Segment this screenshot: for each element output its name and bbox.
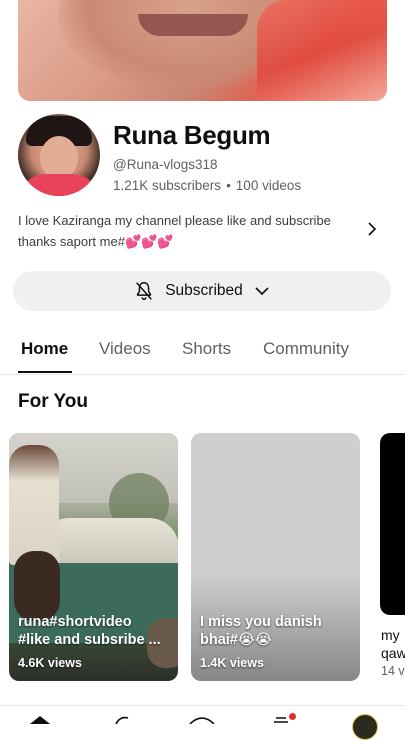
short-title: I miss you danish bhai#😭😭 <box>200 613 352 649</box>
short-title-line-2: qaw <box>381 645 405 661</box>
section-title: For You <box>18 391 89 412</box>
short-views: 14 v <box>381 664 405 678</box>
short-title-line-1: I miss you danish <box>200 614 322 630</box>
short-card-partial[interactable] <box>380 433 405 615</box>
short-title-line-1: my <box>381 627 400 643</box>
short-title-line-1: runa#shortvideo <box>18 614 132 630</box>
shorts-icon[interactable] <box>110 714 134 724</box>
bell-off-icon <box>136 282 153 300</box>
tab-home[interactable]: Home <box>21 339 68 359</box>
description-line-1: I love Kaziranga my channel please like … <box>18 213 331 228</box>
short-card-partial-text: my qaw 14 v <box>381 626 405 680</box>
channel-banner <box>18 0 387 101</box>
channel-description[interactable]: I love Kaziranga my channel please like … <box>18 210 358 252</box>
create-icon[interactable] <box>188 714 216 724</box>
tab-community[interactable]: Community <box>263 339 349 359</box>
tab-shorts[interactable]: Shorts <box>182 339 231 359</box>
short-card[interactable]: I miss you danish bhai#😭😭 1.4K views <box>191 433 360 681</box>
channel-avatar[interactable] <box>18 114 100 196</box>
subscriber-count: 1.21K subscribers <box>113 178 222 193</box>
channel-handle: @Runa-vlogs318 <box>113 157 218 172</box>
chevron-right-icon[interactable] <box>364 219 380 239</box>
home-icon[interactable] <box>28 714 52 724</box>
short-title: runa#shortvideo #like and subsribe ... <box>18 613 170 649</box>
description-line-2: thanks saport me#💕💕💕 <box>18 234 174 249</box>
short-title-line-2: bhai#😭😭 <box>200 632 272 648</box>
short-views: 4.6K views <box>18 656 82 670</box>
chevron-down-icon <box>255 287 269 296</box>
notification-dot <box>289 713 296 720</box>
channel-name: Runa Begum <box>113 120 271 150</box>
short-title-line-2: #like and subsribe ... <box>18 632 161 648</box>
subscribed-label: Subscribed <box>165 282 243 299</box>
short-views: 1.4K views <box>200 656 264 670</box>
channel-stats: 1.21K subscribers • 100 videos <box>113 178 301 193</box>
active-tab-indicator <box>18 371 72 373</box>
bottom-navigation <box>0 705 405 740</box>
short-card[interactable]: runa#shortvideo #like and subsribe ... 4… <box>9 433 178 681</box>
tab-videos[interactable]: Videos <box>99 339 151 359</box>
video-count: 100 videos <box>235 178 302 193</box>
channel-tabs: Home Videos Shorts Community <box>0 324 405 375</box>
stats-separator: • <box>226 178 231 193</box>
you-avatar[interactable] <box>352 714 378 740</box>
subscribed-button[interactable]: Subscribed <box>13 271 391 311</box>
